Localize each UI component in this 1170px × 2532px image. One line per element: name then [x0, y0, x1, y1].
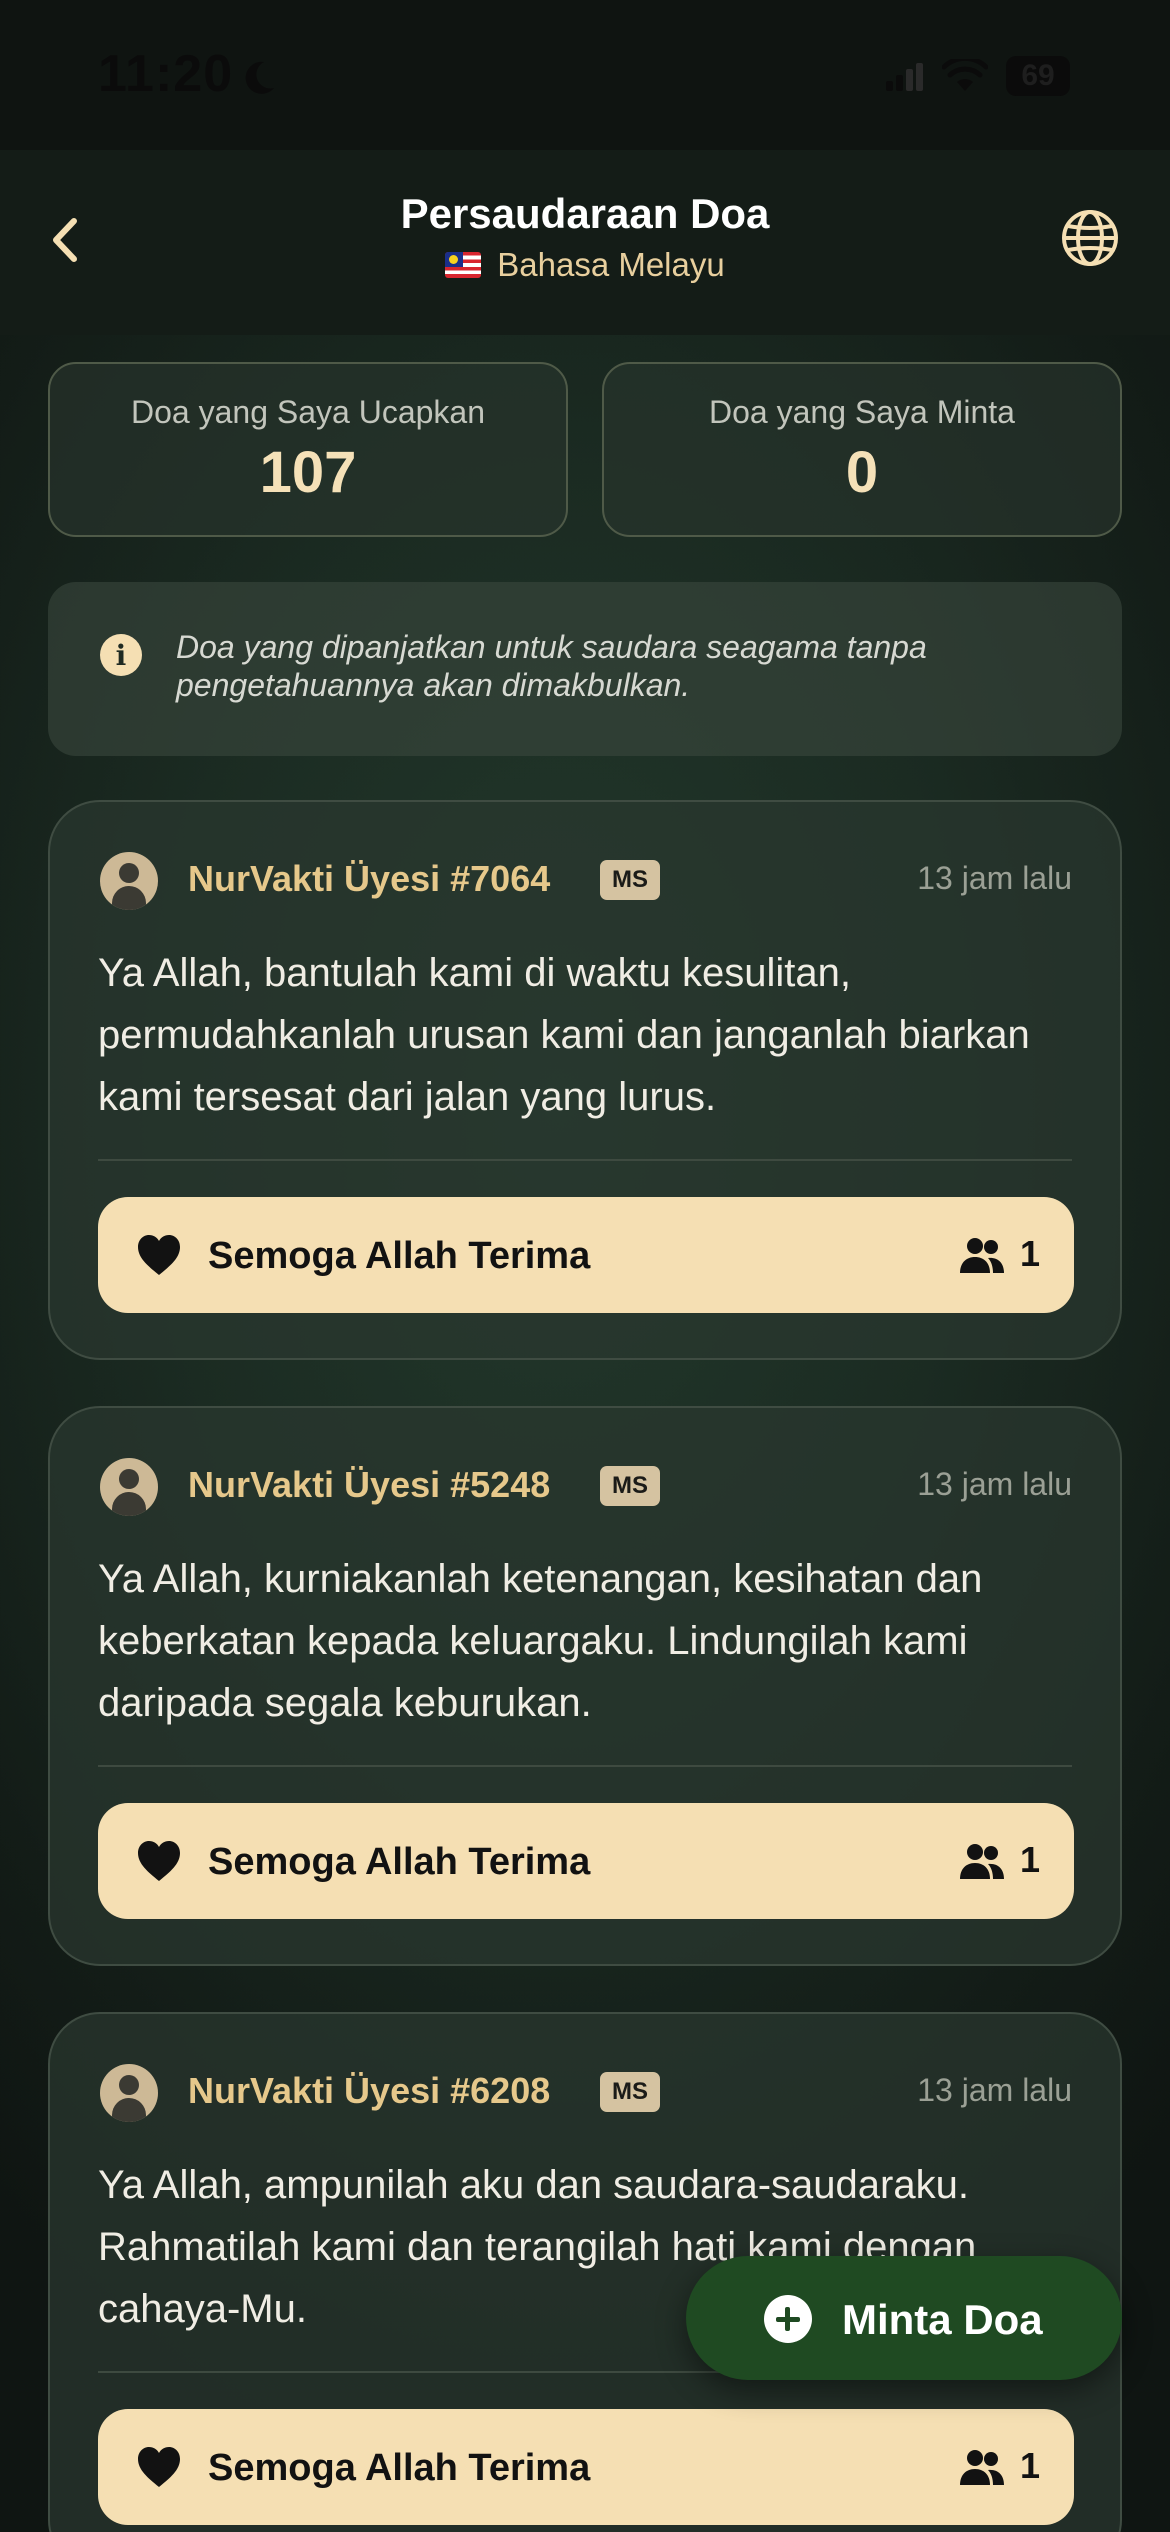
timestamp: 13 jam lalu [917, 1466, 1072, 1502]
request-prayer-button[interactable]: Minta Doa [686, 2256, 1122, 2380]
amen-label: Semoga Allah Terima [208, 1841, 591, 1883]
malaysia-flag-icon [445, 252, 482, 278]
moon-icon [245, 61, 274, 94]
amen-label: Semoga Allah Terima [208, 1235, 591, 1277]
language-badge: MS [600, 2072, 660, 2112]
timestamp: 13 jam lalu [917, 860, 1072, 896]
amen-count: 1 [1019, 1839, 1040, 1880]
info-banner: i Doa yang dipanjatkan untuk saudara sea… [48, 582, 1122, 756]
user-name: NurVakti Üyesi #7064 [188, 858, 551, 899]
amen-button[interactable]: Semoga Allah Terima 1 [98, 1197, 1074, 1313]
info-text: Doa yang dipanjatkan untuk saudara seaga… [176, 629, 927, 703]
status-bar: 11:20 69 [0, 0, 1170, 150]
globe-icon[interactable] [1058, 206, 1122, 270]
amen-count: 1 [1019, 2445, 1040, 2486]
plus-circle-icon [764, 2295, 812, 2343]
heart-icon [138, 1841, 180, 1881]
stat-card-requested: Doa yang Saya Minta 0 [602, 362, 1122, 537]
status-icons: 69 [884, 56, 1070, 96]
status-time: 11:20 [98, 45, 234, 103]
stat-label: Doa yang Saya Minta [709, 394, 1015, 430]
timestamp: 13 jam lalu [917, 2072, 1072, 2108]
avatar [100, 2064, 158, 2122]
avatar [100, 852, 158, 910]
app-header: Persaudaraan Doa Bahasa Melayu [0, 150, 1170, 335]
battery-indicator: 69 [1006, 56, 1070, 96]
amen-label: Semoga Allah Terima [208, 2447, 591, 2489]
fab-label: Minta Doa [842, 2296, 1043, 2343]
group-icon [960, 1238, 1004, 1273]
prayer-text: Ya Allah, bantulah kami di waktu kesulit… [98, 951, 1030, 1119]
language-badge: MS [600, 860, 660, 900]
prayer-card: NurVakti Üyesi #5248 MS 13 jam lalu Ya A… [48, 1406, 1122, 1966]
avatar [100, 1458, 158, 1516]
divider [98, 1159, 1072, 1161]
user-name: NurVakti Üyesi #6208 [188, 2070, 551, 2111]
prayer-card: NurVakti Üyesi #7064 MS 13 jam lalu Ya A… [48, 800, 1122, 1360]
group-icon [960, 2450, 1004, 2485]
group-icon [960, 1844, 1004, 1879]
user-name: NurVakti Üyesi #5248 [188, 1464, 551, 1505]
divider [98, 1765, 1072, 1767]
info-icon: i [100, 634, 142, 676]
amen-count: 1 [1019, 1233, 1040, 1274]
amen-button[interactable]: Semoga Allah Terima 1 [98, 1803, 1074, 1919]
heart-icon [138, 2447, 180, 2487]
page-title: Persaudaraan Doa [400, 190, 770, 237]
language-label: Bahasa Melayu [497, 246, 725, 283]
prayer-text: Ya Allah, kurniakanlah ketenangan, kesih… [98, 1557, 983, 1725]
wifi-icon [942, 59, 988, 91]
stat-value: 107 [259, 440, 357, 505]
stat-card-said: Doa yang Saya Ucapkan 107 [48, 362, 568, 537]
language-subtitle[interactable]: Bahasa Melayu [0, 246, 1170, 284]
stat-value: 0 [845, 440, 879, 505]
amen-button[interactable]: Semoga Allah Terima 1 [98, 2409, 1074, 2525]
heart-icon [138, 1235, 180, 1275]
stat-label: Doa yang Saya Ucapkan [131, 394, 485, 430]
language-badge: MS [600, 1466, 660, 1506]
cellular-signal-icon [886, 63, 923, 91]
